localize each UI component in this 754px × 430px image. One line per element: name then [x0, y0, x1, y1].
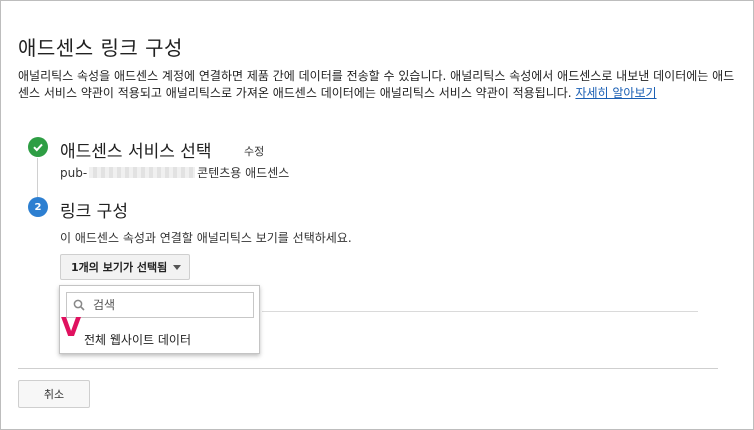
step2-description: 이 애드센스 속성과 연결할 애널리틱스 보기를 선택하세요. — [60, 231, 352, 245]
pub-prefix: pub- — [60, 165, 88, 180]
redacted-id — [89, 167, 196, 178]
step-connector — [37, 158, 38, 200]
dropdown-label: 1개의 보기가 선택됨 — [71, 261, 168, 274]
footer-divider — [18, 368, 718, 369]
caret-down-icon — [173, 264, 182, 270]
step2-title: 링크 구성 — [60, 202, 128, 222]
page-title: 애드센스 링크 구성 — [18, 36, 183, 60]
check-icon — [28, 137, 48, 157]
publisher-id: pub- 콘텐츠용 애드센스 — [60, 164, 289, 181]
view-select-popup: 전체 웹사이트 데이터 — [59, 285, 260, 354]
cancel-button[interactable]: 취소 — [18, 380, 90, 408]
divider — [262, 311, 698, 312]
step-number-badge: 2 — [28, 197, 48, 217]
search-input[interactable] — [91, 297, 245, 313]
learn-more-link[interactable]: 자세히 알아보기 — [575, 86, 656, 100]
annotation-check-mark: V — [61, 313, 82, 343]
view-select-dropdown[interactable]: 1개의 보기가 선택됨 — [60, 254, 190, 280]
view-option[interactable]: 전체 웹사이트 데이터 — [84, 331, 191, 348]
step1-title: 애드센스 서비스 선택 — [60, 142, 212, 162]
pub-product: 콘텐츠용 애드센스 — [197, 166, 290, 180]
edit-link[interactable]: 수정 — [244, 143, 264, 159]
search-box[interactable] — [66, 292, 254, 318]
search-icon — [73, 299, 85, 311]
page-description: 애널리틱스 속성을 애드센스 계정에 연결하면 제품 간에 데이터를 전송할 수… — [18, 68, 738, 102]
